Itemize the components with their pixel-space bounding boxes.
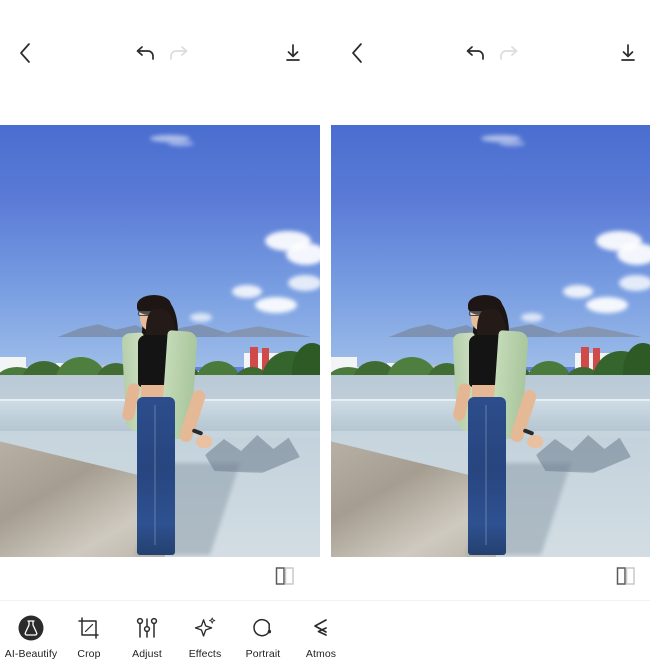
before-after-compare-icon [616,567,635,585]
tool-crop[interactable]: Crop [60,606,118,666]
redo-arrow-icon [170,46,188,60]
top-bar-left [0,0,320,125]
compare-row-left [0,557,320,600]
editor-panel-left [0,0,320,600]
save-download-button[interactable] [611,36,645,70]
undo-button[interactable] [128,37,162,71]
top-bar-right [330,0,650,125]
compare-row-right [330,557,650,600]
screenshot-root: AI-Beautify Crop Adjust Effects Portrait… [0,0,650,670]
save-download-button[interactable] [276,36,310,70]
tool-label: AI-Beautify [4,647,58,660]
tool-effects[interactable]: Effects [176,606,234,666]
before-after-compare-icon [275,567,294,585]
compare-button[interactable] [274,565,296,587]
editor-panel-right [330,0,650,600]
download-icon [621,44,635,61]
tool-adjust[interactable]: Adjust [118,606,176,666]
cloud [563,285,593,298]
portrait-circle-icon [251,613,275,643]
top-bar-row-right [330,36,650,72]
cloud [232,285,262,298]
cloud [288,275,320,291]
bottom-toolbar: AI-Beautify Crop Adjust Effects Portrait… [0,600,650,670]
undo-arrow-icon [136,46,154,60]
crop-icon [77,613,101,643]
download-icon [286,44,300,61]
sliders-icon [135,613,159,643]
top-bar-row-left [0,36,320,72]
tool-label: Crop [77,647,101,660]
tool-label: Effects [188,647,222,660]
cloud [619,275,650,291]
tool-ai-beautify[interactable]: AI-Beautify [2,606,60,666]
cloud [617,243,650,265]
person-subject [443,293,553,557]
tool-label: Adjust [132,647,162,660]
photo-canvas-left[interactable] [0,125,320,557]
undo-button[interactable] [458,37,492,71]
tool-atmos[interactable]: Atmos [292,606,350,666]
back-button[interactable] [8,36,42,70]
chevron-left-icon [352,43,362,63]
tool-label: Portrait [245,647,281,660]
redo-button[interactable] [492,37,526,71]
sparkle-icon [193,613,217,643]
cloud [286,243,320,265]
undo-arrow-icon [466,46,484,60]
flask-filled-icon [18,613,44,643]
chevron-left-icon [20,43,30,63]
photo-canvas-right[interactable] [331,125,650,557]
main-tool-list: AI-Beautify Crop Adjust Effects Portrait… [0,601,340,670]
redo-button[interactable] [162,37,196,71]
cloud [499,141,525,146]
panel-pair [0,0,650,600]
compare-button[interactable] [615,565,637,587]
person-subject [112,293,222,557]
chevron-double-left-icon [310,613,332,643]
back-button[interactable] [340,36,374,70]
tool-label: Atmos [305,647,337,660]
tool-portrait[interactable]: Portrait [234,606,292,666]
redo-arrow-icon [500,46,518,60]
cloud [168,141,194,146]
